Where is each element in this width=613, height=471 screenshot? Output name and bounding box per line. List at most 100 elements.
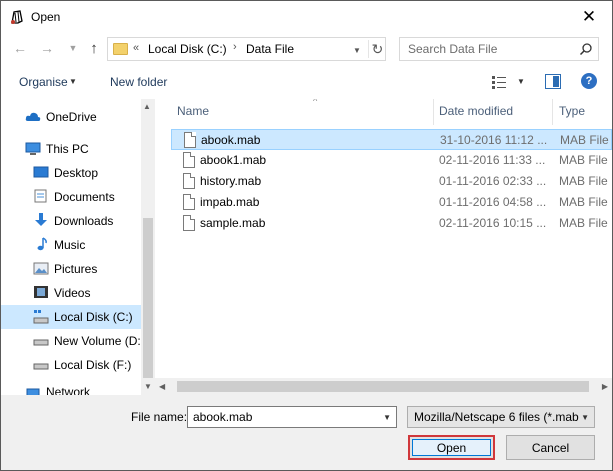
breadcrumb-local-disk[interactable]: Local Disk (C:) — [148, 42, 227, 56]
sidebar-item-label: New Volume (D: — [54, 334, 141, 348]
sidebar-item-label: Local Disk (C:) — [54, 310, 133, 324]
sidebar-item-label: Desktop — [54, 166, 99, 180]
chevron-right-icon[interactable]: › — [233, 41, 237, 53]
window-title: Open — [31, 10, 61, 24]
file-name: history.mab — [200, 174, 262, 188]
column-header-label: Date modified — [439, 104, 514, 118]
sidebar-item-music[interactable]: Music — [1, 233, 141, 257]
scroll-down-icon[interactable]: ▼ — [144, 382, 152, 391]
dialog-footer: File name: abook.mab ▼ Mozilla/Netscape … — [1, 395, 612, 470]
address-dropdown-icon[interactable]: ▼ — [350, 43, 364, 57]
open-button[interactable]: Open — [408, 435, 495, 460]
desktop-icon — [33, 166, 49, 178]
music-icon — [37, 237, 47, 251]
breadcrumb-data-file[interactable]: Data File — [246, 42, 294, 56]
column-header-name[interactable]: ^ Name — [171, 99, 433, 123]
cancel-button-label: Cancel — [531, 440, 570, 455]
sidebar-item-videos[interactable]: Videos — [1, 281, 141, 305]
column-header-label: Name — [177, 104, 210, 118]
file-name-value[interactable]: abook.mab — [193, 410, 252, 424]
file-type-value: Mozilla/Netscape 6 files (*.mab — [414, 410, 579, 424]
folder-icon — [113, 43, 128, 55]
open-dialog: Open ✕ ← → ▼ ↑ « Local Disk (C:) › Data … — [0, 0, 613, 471]
back-button[interactable]: ← — [11, 39, 29, 57]
scrollbar-thumb[interactable] — [143, 218, 153, 378]
sidebar-item-network[interactable]: Network — [1, 385, 141, 395]
sidebar-item-label: This PC — [46, 142, 89, 156]
navigation-row: ← → ▼ ↑ « Local Disk (C:) › Data File ▼ … — [1, 32, 612, 66]
file-row[interactable]: impab.mab 01-11-2016 04:58 ... MAB File — [171, 192, 612, 213]
file-name: abook.mab — [201, 133, 261, 147]
address-bar[interactable]: « Local Disk (C:) › Data File ▼ ↻ — [107, 37, 386, 61]
file-type: MAB File — [559, 174, 608, 188]
sidebar-item-new-volume-d[interactable]: New Volume (D: — [1, 329, 141, 353]
sidebar-item-local-disk-c[interactable]: Local Disk (C:) — [1, 305, 141, 329]
column-header-type[interactable]: Type — [553, 99, 612, 123]
file-icon — [184, 132, 196, 148]
scroll-right-icon[interactable]: ▶ — [602, 382, 608, 391]
scrollbar-thumb[interactable] — [177, 381, 589, 392]
file-type: MAB File — [559, 153, 608, 167]
chevron-down-icon: ▼ — [69, 77, 77, 86]
file-row[interactable]: sample.mab 02-11-2016 10:15 ... MAB File — [171, 213, 612, 234]
file-icon — [183, 152, 195, 168]
new-folder-button[interactable]: New folder — [110, 75, 167, 89]
chevron-down-icon[interactable]: ▼ — [383, 413, 391, 422]
chevron-down-icon: ▼ — [68, 43, 78, 53]
open-button-face[interactable]: Open — [412, 439, 491, 456]
column-header-date-modified[interactable]: Date modified — [433, 99, 553, 123]
file-name: abook1.mab — [200, 153, 267, 167]
file-date: 02-11-2016 11:33 ... — [439, 153, 546, 167]
sidebar-item-documents[interactable]: Documents — [1, 185, 141, 209]
help-icon[interactable]: ? — [581, 73, 597, 89]
organise-button[interactable]: Organise — [19, 75, 68, 89]
sidebar-item-label: Videos — [54, 286, 91, 300]
search-placeholder: Search Data File — [408, 42, 498, 56]
file-list: ^ Name Date modified Type abook.mab 31-1… — [155, 99, 612, 395]
navigation-pane: OneDrive This PC Desktop Documents Downl… — [1, 99, 155, 395]
close-button[interactable]: ✕ — [566, 1, 612, 32]
address-overflow[interactable]: « — [133, 42, 139, 54]
sidebar-item-label: Pictures — [54, 262, 98, 276]
file-type-select[interactable]: Mozilla/Netscape 6 files (*.mab ▼ — [407, 406, 595, 428]
file-row[interactable]: abook.mab 31-10-2016 11:12 ... MAB File — [171, 129, 612, 150]
search-input[interactable]: Search Data File — [399, 37, 599, 61]
file-name-field[interactable]: abook.mab ▼ — [187, 406, 397, 428]
preview-pane-icon[interactable] — [545, 74, 561, 89]
computer-icon — [25, 142, 41, 155]
arrow-left-icon: ← — [13, 40, 27, 56]
app-icon — [11, 10, 23, 24]
column-header-label: Type — [559, 104, 586, 118]
refresh-icon[interactable]: ↻ — [368, 40, 384, 58]
file-name: sample.mab — [200, 216, 266, 230]
view-dropdown-icon[interactable]: ▼ — [517, 77, 525, 86]
up-button[interactable]: ↑ — [85, 39, 103, 57]
chevron-down-icon[interactable]: ▼ — [581, 413, 589, 422]
network-icon — [26, 388, 40, 395]
arrow-up-icon: ↑ — [90, 39, 98, 57]
forward-button[interactable]: → — [38, 39, 56, 57]
file-row[interactable]: history.mab 01-11-2016 02:33 ... MAB Fil… — [171, 171, 612, 192]
search-icon[interactable] — [579, 42, 593, 56]
scroll-up-icon[interactable]: ▲ — [143, 102, 151, 111]
file-type: MAB File — [559, 195, 608, 209]
navigation-scrollbar[interactable]: ▲ ▼ — [141, 99, 155, 395]
cloud-icon — [25, 112, 41, 121]
file-row[interactable]: abook1.mab 02-11-2016 11:33 ... MAB File — [171, 150, 612, 171]
sidebar-item-this-pc[interactable]: This PC — [1, 137, 141, 161]
sidebar-item-onedrive[interactable]: OneDrive — [1, 105, 141, 129]
sidebar-item-pictures[interactable]: Pictures — [1, 257, 141, 281]
drive-icon — [33, 339, 49, 346]
file-icon — [183, 194, 195, 210]
file-date: 31-10-2016 11:12 ... — [440, 133, 548, 147]
recent-locations-button[interactable]: ▼ — [64, 39, 82, 57]
sidebar-item-local-disk-f[interactable]: Local Disk (F:) — [1, 353, 141, 377]
cancel-button[interactable]: Cancel — [506, 435, 595, 460]
file-type: MAB File — [560, 133, 609, 147]
view-options-icon[interactable] — [491, 74, 507, 90]
sidebar-item-desktop[interactable]: Desktop — [1, 161, 141, 185]
sidebar-item-downloads[interactable]: Downloads — [1, 209, 141, 233]
title-bar: Open ✕ — [1, 1, 612, 32]
scroll-left-icon[interactable]: ◀ — [159, 382, 165, 391]
horizontal-scrollbar[interactable]: ◀ ▶ — [155, 378, 612, 395]
